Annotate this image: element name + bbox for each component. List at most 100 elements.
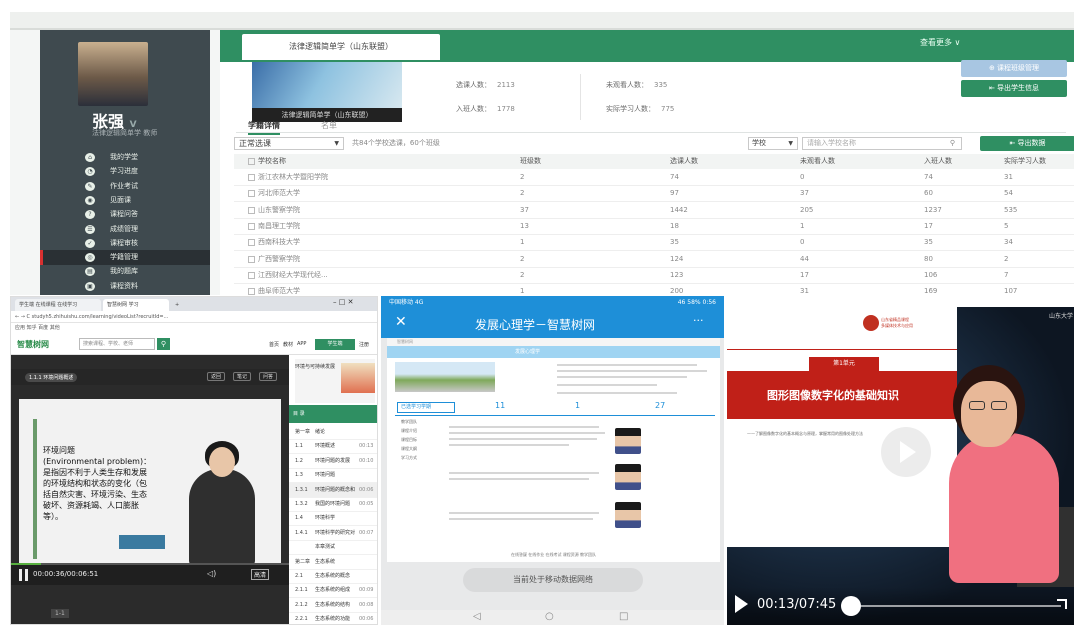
address-bar[interactable]: ← → C studyh5.zhihuishu.com/learning/vid… [11,311,377,323]
search-icon[interactable]: ⚲ [157,338,170,350]
seek-handle[interactable] [841,596,861,616]
left-menu-item[interactable]: 教学团队 [395,418,447,426]
chapter-item[interactable]: 2.1.2 生态系统的结构 00:08 [289,598,377,613]
pause-icon[interactable] [19,569,28,581]
sidebar-item[interactable]: ✚招生管理 [40,293,210,295]
row-checkbox[interactable] [248,255,255,263]
row-checkbox[interactable] [248,271,255,279]
back-icon[interactable]: ◁ [473,611,481,622]
volume-icon[interactable]: ◁) [207,569,216,578]
chapter-item[interactable]: 1.3.2 我国的环境问题 00:05 [289,497,377,512]
chapter-item[interactable]: 1.4.1 环境科学的研究对象 00:07 [289,526,377,541]
back-button[interactable]: 返回 [207,372,226,381]
sidebar-item[interactable]: ✎ 作业考试 [40,179,210,194]
sidebar-item[interactable]: ◔ 学习进度 [40,164,210,179]
row-checkbox[interactable] [248,288,255,295]
chapter-item[interactable]: 1.3 环境问题 [289,468,377,484]
left-menu-item[interactable]: 学习方式 [395,454,447,462]
row-checkbox[interactable] [248,174,255,181]
new-tab-button[interactable]: + [171,299,181,311]
export-data-button[interactable]: ⇤ 导出数据 [980,136,1074,151]
column-header[interactable]: 未观看人数 [800,154,835,169]
row-checkbox[interactable] [248,222,255,230]
tab-catalog[interactable]: 目 录 [289,405,377,423]
chapter-item[interactable]: 第二章 生态系统 [289,555,377,570]
site-search-input[interactable]: 搜索课程、学校、老师 [79,338,155,350]
left-menu-item[interactable]: 课程大纲 [395,445,447,453]
column-header[interactable]: 入班人数 [924,154,952,169]
course-card[interactable]: 环境与可持续发展 [295,359,375,403]
table-row[interactable]: 浙江农林大学暨阳学院 2 74 0 74 31 [234,170,1074,186]
sidebar-item[interactable]: ◉ 见面课 [40,193,210,208]
search-type-select[interactable]: 学校 ▼ [748,137,798,150]
chapter-item[interactable]: 1.4 环境科学 [289,511,377,527]
table-row[interactable]: 南昌理工学院 13 18 1 17 5 [234,219,1074,235]
table-row[interactable]: 曲阜师范大学 1 200 31 169 107 [234,284,1074,295]
teacher-photo[interactable] [615,502,641,528]
sidebar-item[interactable]: ⌂ 我的学堂 [40,150,210,165]
row-checkbox[interactable] [248,206,255,214]
column-header[interactable]: 学校名称 [258,154,286,169]
bookmarks-bar[interactable]: 应用 知乎 百度 其他 [11,323,377,333]
sidebar-item[interactable]: ✓ 课程审核 [40,236,210,251]
chapter-item[interactable]: 第一章 绪论 [289,425,377,440]
site-brand[interactable]: 智慧树网 [387,338,720,346]
fullscreen-icon[interactable] [1057,599,1067,609]
sidebar-item[interactable]: ☰ 成绩管理 [40,222,210,237]
table-row[interactable]: 广西警察学院 2 124 44 80 2 [234,252,1074,268]
enrollment-filter-select[interactable]: 正常选课 ▼ [234,137,344,150]
browser-tab[interactable]: 学生端 在线课程 在线学习 [15,299,101,311]
semester-select[interactable]: 已选学习学期 [397,402,455,413]
chapter-item[interactable]: 2.2.1 生态系统的功能 00:06 [289,612,377,624]
page-footer-links[interactable]: 在线答疑 在线作业 在线考试 课程资源 教学团队 [387,548,720,562]
row-checkbox[interactable] [248,190,255,198]
qa-button[interactable]: 问答 [259,372,278,381]
tab-roster[interactable]: 名单 [321,120,337,131]
play-icon[interactable] [881,427,931,477]
table-row[interactable]: 江西财经大学现代经... 2 123 17 106 7 [234,268,1074,284]
table-row[interactable]: 山东警察学院 37 1442 205 1237 535 [234,203,1074,219]
sidebar-item[interactable]: ? 课程问答 [40,207,210,222]
chapter-item[interactable]: 本章测试 [289,540,377,556]
recents-icon[interactable]: □ [619,611,628,622]
chapter-item[interactable]: 2.1 生态系统的概念 [289,569,377,584]
nav-home[interactable]: 首页 [269,341,279,348]
left-menu-item[interactable]: 课程介绍 [395,427,447,435]
quality-button[interactable]: 高清 [251,569,270,580]
table-row[interactable]: 西南科技大学 1 35 0 35 34 [234,235,1074,252]
teacher-photo[interactable] [615,464,641,490]
play-button-icon[interactable] [735,595,748,613]
sidebar-item[interactable]: ◎ 学籍管理 [40,250,210,266]
teacher-photo[interactable] [615,428,641,454]
row-checkbox[interactable] [248,239,255,247]
school-search-input[interactable]: 请输入学校名称 ⚲ [802,137,962,150]
table-row[interactable]: 河北师范大学 2 97 37 60 54 [234,186,1074,203]
notes-button[interactable]: 笔记 [233,372,252,381]
chapter-item[interactable]: 2.1.1 生态系统的组成 00:09 [289,583,377,599]
chapter-item[interactable]: 1.1 环境概述 00:13 [289,439,377,455]
site-logo[interactable]: 智慧树网 [17,339,49,350]
export-students-button[interactable]: ⇤ 导出学生信息 [961,80,1067,97]
column-header[interactable]: 选课人数 [670,154,698,169]
view-more-link[interactable]: 查看更多 ∨ [920,37,960,48]
more-menu-icon[interactable]: ··· [693,314,704,327]
student-end-button[interactable]: 学生端 [315,339,355,350]
chapter-item[interactable]: 1.3.1 环境问题的概念和分类 00:06 [289,482,377,498]
close-icon[interactable]: ✕ [395,314,407,330]
left-menu-item[interactable]: 课程目标 [395,436,447,444]
home-icon[interactable]: ○ [545,611,554,622]
chapter-item[interactable]: 1.2 环境问题的发展 00:10 [289,454,377,469]
nav-arrows[interactable]: ← → C [15,314,32,320]
select-all-checkbox[interactable] [248,158,255,165]
sidebar-item[interactable]: ▣ 课程资料 [40,279,210,294]
nav-register[interactable]: 注册 [359,341,369,348]
tab-course[interactable]: 法律逻辑简单学（山东联盟） [242,34,440,60]
column-header[interactable]: 实际学习人数 [1004,154,1046,169]
nav-app[interactable]: APP [297,341,306,347]
course-class-manage-button[interactable]: ⊕ 课程班级管理 [961,60,1067,77]
window-controls[interactable]: – □ ✕ [333,298,353,306]
column-header[interactable]: 班级数 [520,154,541,169]
browser-tab-active[interactable]: 智慧树网 学习 [103,299,169,311]
search-icon[interactable]: ⚲ [950,138,955,149]
sidebar-item[interactable]: ▤ 我的题库 [40,264,210,279]
